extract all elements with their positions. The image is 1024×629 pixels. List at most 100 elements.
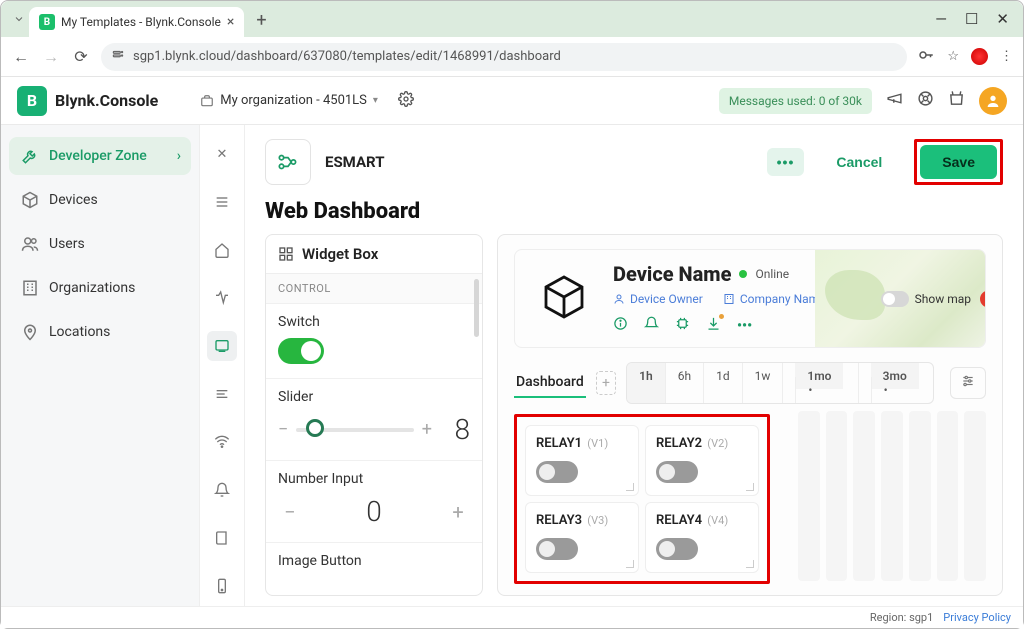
update-badge[interactable]: UP (980, 290, 986, 307)
nav-organizations[interactable]: Organizations (9, 269, 191, 307)
cancel-button[interactable]: Cancel (818, 146, 900, 178)
tab-dashboard[interactable]: Dashboard (514, 368, 586, 398)
rail-list-icon[interactable] (207, 187, 237, 217)
nav-users[interactable]: Users (9, 225, 191, 263)
relay-widget-1[interactable]: RELAY1 (V1) (525, 425, 639, 496)
rail-webdashboard-icon[interactable] (207, 331, 237, 361)
messages-usage-pill[interactable]: Messages used: 0 of 30k (719, 88, 872, 114)
rail-automations-icon[interactable] (207, 379, 237, 409)
time-1h[interactable]: 1h (627, 363, 665, 403)
pin-icon (21, 323, 39, 341)
rail-docs-icon[interactable] (207, 523, 237, 553)
resize-handle-icon[interactable] (746, 560, 754, 568)
app-footer: Region: sgp1 Privacy Policy (1, 606, 1023, 628)
site-settings-icon[interactable] (111, 48, 125, 65)
browser-menu-icon[interactable]: ⋮ (1000, 49, 1013, 64)
relay-grid-highlight: RELAY1 (V1) RELAY2 (V2) (514, 414, 770, 584)
add-tab-button[interactable]: + (596, 371, 616, 395)
relay-switch-off[interactable] (536, 461, 578, 483)
time-1w[interactable]: 1w (742, 363, 783, 403)
nav-developer-zone[interactable]: Developer Zone › (9, 137, 191, 175)
widget-item-switch[interactable]: Switch (266, 303, 482, 378)
company-name-link[interactable]: Company Name (723, 292, 826, 306)
widget-item-slider[interactable]: Slider − + 8 (266, 378, 482, 460)
rail-home-icon[interactable] (207, 235, 237, 265)
nav-forward-icon[interactable]: → (41, 47, 61, 67)
org-selector[interactable]: My organization - 4501LS ▾ (200, 93, 378, 108)
nav-label: Locations (49, 324, 110, 340)
show-map-toggle[interactable]: Show map (881, 291, 971, 307)
time-1mo[interactable]: 1mo • (782, 363, 857, 403)
rail-datastreams-icon[interactable] (207, 283, 237, 313)
widget-label: Image Button (278, 553, 470, 569)
time-1d[interactable]: 1d (703, 363, 742, 403)
relay-widget-3[interactable]: RELAY3 (V3) (525, 502, 639, 573)
rail-close-icon[interactable]: ✕ (207, 139, 237, 169)
bell-icon[interactable] (644, 316, 659, 335)
brand-name: Blynk.Console (55, 91, 158, 110)
time-3mo[interactable]: 3mo • (858, 363, 933, 403)
announce-icon[interactable] (886, 90, 903, 111)
time-6h[interactable]: 6h (665, 363, 703, 403)
brand[interactable]: B Blynk.Console (17, 86, 158, 116)
relay-switch-off[interactable] (656, 538, 698, 560)
help-icon[interactable] (917, 90, 934, 111)
window-maximize-icon[interactable]: ☐ (965, 10, 978, 28)
widget-label: Number Input (278, 471, 470, 487)
nav-reload-icon[interactable]: ⟳ (71, 47, 91, 66)
extension-icon[interactable] (971, 48, 988, 65)
plus-icon: + (446, 500, 470, 524)
widget-box-panel: Widget Box CONTROL Switch Slider − (265, 234, 483, 596)
save-highlight-box: Save (914, 139, 1003, 185)
bookmark-star-icon[interactable]: ☆ (947, 49, 959, 64)
nav-devices[interactable]: Devices (9, 181, 191, 219)
rail-events-icon[interactable] (207, 475, 237, 505)
number-value: 0 (302, 495, 446, 528)
canvas-placeholder-columns (798, 411, 986, 581)
widget-label: Slider (278, 389, 470, 405)
device-more-icon[interactable]: ••• (737, 318, 752, 334)
canvas-tabs-row: Dashboard + 1h 6h 1d 1w 1mo • 3mo • (514, 362, 986, 404)
widget-category-control: CONTROL (266, 274, 482, 303)
shop-icon[interactable] (948, 90, 965, 111)
relay-switch-off[interactable] (536, 538, 578, 560)
widget-item-number-input[interactable]: Number Input − 0 + (266, 460, 482, 542)
new-tab-button[interactable]: + (248, 10, 274, 31)
relay-widget-4[interactable]: RELAY4 (V4) (645, 502, 759, 573)
resize-handle-icon[interactable] (746, 483, 754, 491)
widget-box-icon (278, 246, 294, 262)
download-icon[interactable] (706, 316, 721, 335)
chip-icon[interactable] (675, 316, 690, 335)
briefcase-icon (200, 94, 214, 108)
device-name: Device Name (613, 262, 731, 286)
scrollbar[interactable] (474, 279, 479, 337)
save-button[interactable]: Save (920, 145, 997, 179)
browser-tab[interactable]: B My Templates - Blynk.Console × (29, 7, 244, 37)
relay-widget-2[interactable]: RELAY2 (V2) (645, 425, 759, 496)
relay-switch-off[interactable] (656, 461, 698, 483)
window-minimize-icon[interactable]: — (935, 10, 947, 28)
filter-sliders-icon[interactable] (950, 367, 986, 399)
tab-close-icon[interactable]: × (227, 14, 234, 30)
tabsearch-icon[interactable] (13, 13, 25, 25)
more-actions-button[interactable]: ••• (767, 148, 805, 176)
widget-box-title: Widget Box (302, 245, 378, 263)
resize-handle-icon[interactable] (626, 560, 634, 568)
user-avatar[interactable] (979, 87, 1007, 115)
window-close-icon[interactable]: ✕ (996, 10, 1009, 28)
resize-handle-icon[interactable] (626, 483, 634, 491)
rail-mobile-icon[interactable] (207, 571, 237, 601)
rail-wifi-icon[interactable] (207, 427, 237, 457)
info-icon[interactable] (613, 316, 628, 335)
section-title: Web Dashboard (245, 193, 1023, 234)
minus-icon: − (278, 500, 302, 524)
widget-item-image-button[interactable]: Image Button (266, 542, 482, 591)
nav-back-icon[interactable]: ← (11, 47, 31, 67)
time-range-picker[interactable]: 1h 6h 1d 1w 1mo • 3mo • (626, 362, 934, 404)
device-owner-link[interactable]: Device Owner (613, 292, 703, 306)
footer-privacy-link[interactable]: Privacy Policy (943, 611, 1011, 624)
url-field[interactable]: sgp1.blynk.cloud/dashboard/637080/templa… (101, 43, 907, 71)
password-key-icon[interactable] (917, 46, 935, 68)
nav-locations[interactable]: Locations (9, 313, 191, 351)
settings-gear-icon[interactable] (398, 91, 414, 111)
